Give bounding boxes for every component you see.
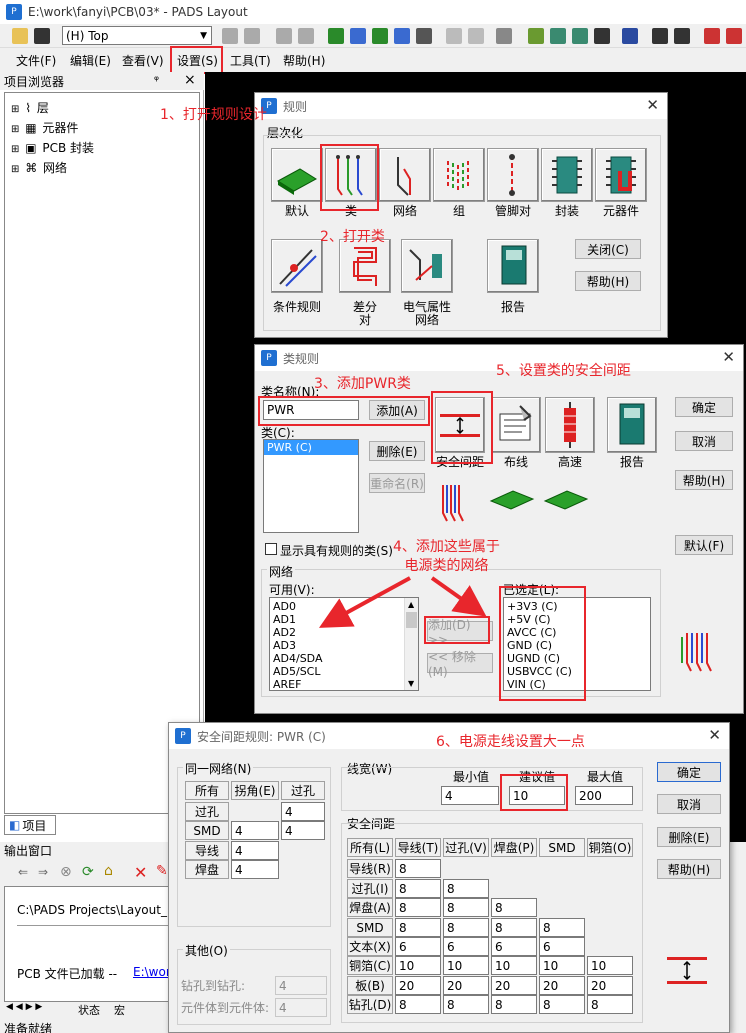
clearance-value-input[interactable]: 8: [395, 995, 441, 1014]
min-width-value: 4: [445, 788, 453, 803]
col-copper-button[interactable]: 铜箔(O): [587, 838, 633, 857]
col-pad-button[interactable]: 焊盘(P): [491, 838, 537, 857]
clearance-value-input[interactable]: 20: [587, 976, 633, 995]
clearance-value-input[interactable]: 10: [395, 956, 441, 975]
body-to-body-label: 元件体到元件体:: [181, 1001, 270, 1015]
clearance-dialog: P 安全间距规则: PWR (C) ✕ 同一网络(N) 所有 拐角(E) 过孔 …: [168, 722, 730, 1033]
same-corner-button[interactable]: 拐角(E): [231, 781, 279, 800]
app-icon: P: [175, 728, 191, 744]
clearance-value-input[interactable]: 8: [491, 918, 537, 937]
same-via-button[interactable]: 过孔: [281, 781, 325, 800]
clearance-value-input[interactable]: 8: [443, 898, 489, 917]
clearance-value-input[interactable]: 8: [443, 918, 489, 937]
drill-to-drill-input[interactable]: 4: [275, 976, 327, 995]
clearance-row-header[interactable]: 过孔(I): [347, 879, 393, 898]
max-width-value: 200: [579, 788, 602, 803]
highlight-recommended-width: [500, 774, 568, 811]
clearance-value-input[interactable]: 6: [395, 937, 441, 956]
min-label: 最小值: [453, 770, 490, 784]
same-row-pad[interactable]: 焊盘: [185, 860, 229, 879]
col-all-button[interactable]: 所有(L): [347, 838, 393, 857]
col-via-button[interactable]: 过孔(V): [443, 838, 489, 857]
annotation-step-4: 4、添加这些属于 电源类的网络: [393, 539, 500, 574]
clearance-value-input[interactable]: 8: [395, 859, 441, 878]
clearance-value-input[interactable]: 6: [539, 937, 585, 956]
clearance-row-header[interactable]: 焊盘(A): [347, 898, 393, 917]
same-row-trace[interactable]: 导线: [185, 841, 229, 860]
same-row-via[interactable]: 过孔: [185, 802, 229, 821]
clearance-value-input[interactable]: 8: [539, 995, 585, 1014]
body-to-body-input[interactable]: 4: [275, 998, 327, 1017]
clearance-value-input[interactable]: 10: [539, 956, 585, 975]
annotation-step-6: 6、电源走线设置大一点: [436, 734, 585, 750]
clearance-value-input[interactable]: 20: [539, 976, 585, 995]
same-all-button[interactable]: 所有: [185, 781, 229, 800]
same-row-smd[interactable]: SMD: [185, 821, 229, 840]
close-icon[interactable]: ✕: [708, 726, 721, 744]
drill-to-drill-label: 钻孔到钻孔:: [181, 979, 246, 993]
clearance-value-input[interactable]: 8: [395, 898, 441, 917]
clearance-row-header[interactable]: 文本(X): [347, 937, 393, 956]
annotation-step-2: 2、打开类: [320, 229, 385, 245]
same-smd-via-input[interactable]: 4: [281, 821, 325, 840]
annotation-step-3: 3、添加PWR类: [314, 376, 411, 392]
clearance-value-input[interactable]: 8: [443, 879, 489, 898]
clearance-value-input[interactable]: 8: [491, 898, 537, 917]
max-label: 最大值: [587, 770, 624, 784]
clearance-value-input[interactable]: 10: [491, 956, 537, 975]
clearance-value-input[interactable]: 8: [491, 995, 537, 1014]
drill-to-drill-value: 4: [279, 978, 287, 993]
clearance-value-input[interactable]: 8: [539, 918, 585, 937]
clearance-value-input[interactable]: 8: [395, 879, 441, 898]
clearance-value-input[interactable]: 8: [395, 918, 441, 937]
clearance-row-header[interactable]: 铜箔(C): [347, 956, 393, 975]
clearance-row-header[interactable]: 钻孔(D): [347, 995, 393, 1014]
clearance-value-input[interactable]: 6: [491, 937, 537, 956]
clearance-row-header[interactable]: SMD: [347, 918, 393, 937]
other-label: 其他(O): [183, 942, 230, 959]
same-smd-corner-input[interactable]: 4: [231, 821, 279, 840]
annotation-step-5: 5、设置类的安全间距: [496, 363, 631, 379]
same-trace-corner-input[interactable]: 4: [231, 841, 279, 860]
same-net-label: 同一网络(N): [183, 760, 254, 777]
clearance-help-button[interactable]: 帮助(H): [657, 859, 721, 879]
body-to-body-value: 4: [279, 1000, 287, 1015]
annotation-step-1: 1、打开规则设计: [160, 107, 267, 123]
clearance-icon: [667, 957, 707, 984]
clearance-value-input[interactable]: 6: [443, 937, 489, 956]
clearance-delete-button[interactable]: 删除(E): [657, 827, 721, 847]
clearance-row-header[interactable]: 板(B): [347, 976, 393, 995]
clearance-value-input[interactable]: 10: [587, 956, 633, 975]
clearance-value-input[interactable]: 20: [395, 976, 441, 995]
clearance-value-input[interactable]: 20: [443, 976, 489, 995]
clearance-title: 安全间距规则: PWR (C): [197, 729, 326, 744]
col-trace-button[interactable]: 导线(T): [395, 838, 441, 857]
clearance-value-input[interactable]: 20: [491, 976, 537, 995]
clearance-row-header[interactable]: 导线(R): [347, 859, 393, 878]
same-pad-corner-input[interactable]: 4: [231, 860, 279, 879]
max-width-input[interactable]: 200: [575, 786, 633, 805]
clearance-ok-button[interactable]: 确定: [657, 762, 721, 782]
min-width-input[interactable]: 4: [441, 786, 499, 805]
clearance-cancel-button[interactable]: 取消: [657, 794, 721, 814]
clearance-value-input[interactable]: 8: [587, 995, 633, 1014]
clearance-value-input[interactable]: 8: [443, 995, 489, 1014]
same-via-via-input[interactable]: 4: [281, 802, 325, 821]
clearance-value-input[interactable]: 10: [443, 956, 489, 975]
col-smd-button[interactable]: SMD: [539, 838, 585, 857]
